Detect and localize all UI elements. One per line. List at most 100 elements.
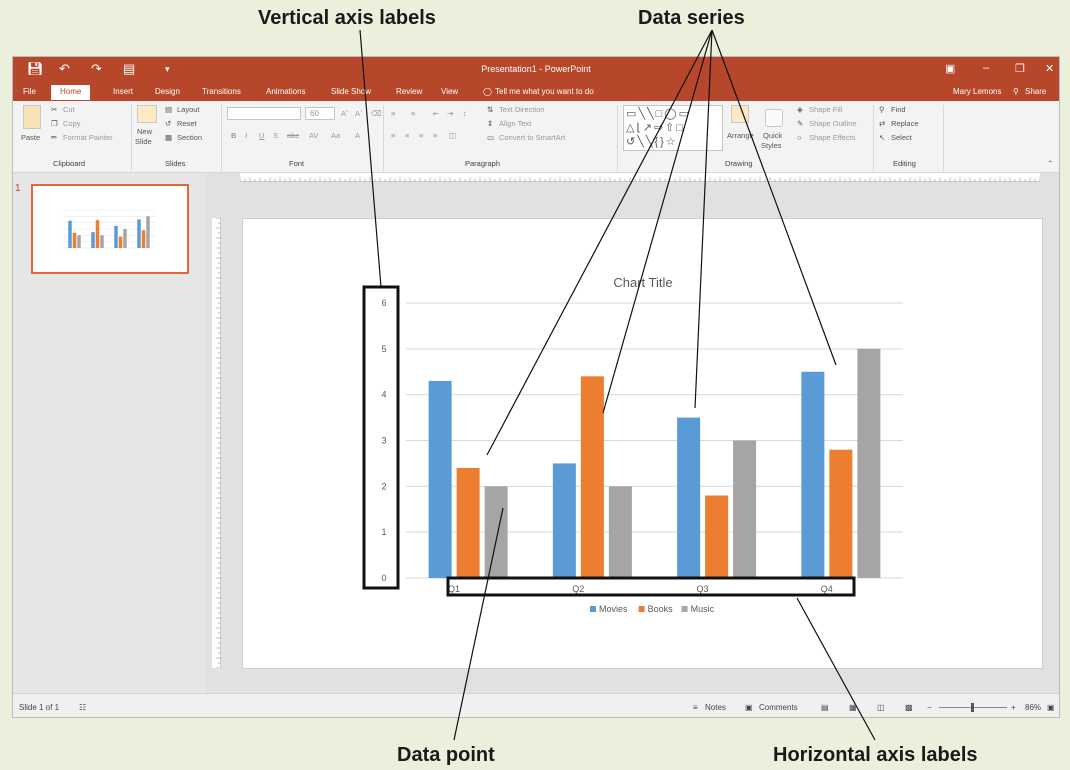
minimize-icon[interactable]: – (983, 62, 989, 74)
editing-group-label: Editing (893, 159, 916, 168)
section-button[interactable]: Section (177, 133, 202, 143)
numbering-icon[interactable]: ≡ (411, 109, 415, 119)
zoom-slider[interactable] (939, 703, 1007, 712)
divider (873, 105, 874, 171)
tell-me-search[interactable]: Tell me what you want to do (495, 87, 594, 96)
collapse-ribbon-icon[interactable]: ⌃ (1047, 159, 1053, 169)
share-icon[interactable]: ⚲ (1013, 87, 1019, 96)
replace-button[interactable]: Replace (891, 119, 919, 129)
arrange-button[interactable]: Arrange (727, 131, 754, 141)
slide-editing-area: 0 1 2 3 4 5 6 Q1 Q2 Q3 Q4 Chart Title Movies Books Mus… (206, 173, 1059, 693)
grow-font-icon[interactable]: Aˆ (341, 109, 349, 119)
zoom-in-icon[interactable]: + (1011, 703, 1016, 712)
layout-button[interactable]: Layout (177, 105, 200, 115)
tab-home[interactable]: Home (51, 85, 91, 100)
shape-effects-button[interactable]: Shape Effects (809, 133, 856, 143)
close-icon[interactable]: ✕ (1045, 62, 1054, 75)
tab-design[interactable]: Design (155, 87, 180, 96)
new-slide-button-2[interactable]: Slide (135, 137, 152, 147)
format-painter-button[interactable]: Format Painter (63, 133, 113, 143)
bullets-icon[interactable]: ≡ (391, 109, 395, 119)
select-button[interactable]: Select (891, 133, 912, 143)
bar-movies-q4 (137, 219, 141, 248)
slide-sorter-icon[interactable]: ▦ (849, 703, 857, 712)
cut-button[interactable]: Cut (63, 105, 75, 115)
align-text-button[interactable]: Align Text (499, 119, 531, 129)
bar-books-q1 (456, 468, 480, 578)
bold-icon[interactable]: B (231, 131, 236, 141)
x-tick-label: Q2 (572, 584, 584, 594)
divider (131, 105, 132, 171)
normal-view-icon[interactable]: ▤ (821, 703, 829, 712)
change-case-icon[interactable]: Aa (331, 131, 340, 141)
tab-view[interactable]: View (441, 87, 458, 96)
shrink-font-icon[interactable]: Aˇ (355, 109, 363, 119)
text-direction-button[interactable]: Text Direction (499, 105, 544, 115)
italic-icon[interactable]: I (245, 131, 247, 141)
align-right-icon[interactable]: ≡ (419, 131, 423, 141)
paragraph-group-label: Paragraph (465, 159, 501, 168)
clear-formatting-icon[interactable]: ⌫ (371, 109, 382, 119)
justify-icon[interactable]: ≡ (433, 131, 437, 141)
character-spacing-icon[interactable]: AV (309, 131, 318, 141)
shadow-icon[interactable]: S (273, 131, 278, 141)
strikethrough-icon[interactable]: abc (287, 131, 299, 141)
zoom-slider-thumb[interactable] (971, 703, 974, 712)
convert-smartart-button[interactable]: Convert to SmartArt (499, 133, 565, 143)
align-left-icon[interactable]: ≡ (391, 131, 395, 141)
new-slide-icon[interactable] (137, 105, 157, 123)
ribbon-display-options-icon[interactable]: ▣ (945, 62, 955, 75)
chart[interactable]: 0 1 2 3 4 5 6 Q1 Q2 Q3 Q4 Chart Title Movies Books Mus… (243, 219, 1044, 670)
fit-slide-icon[interactable]: ▣ (1047, 703, 1055, 712)
decrease-indent-icon[interactable]: ⇤ (433, 109, 439, 119)
shape-outline-button[interactable]: Shape Outline (809, 119, 857, 129)
shapes-gallery[interactable]: ▭╲╲□◯▭ △⌊↗⇨⇧□ ↺╲╲{}☆ (623, 105, 723, 151)
paste-button[interactable]: Paste (21, 133, 40, 143)
share-button[interactable]: Share (1025, 87, 1046, 96)
underline-icon[interactable]: U (259, 131, 264, 141)
section-icon: ▦ (165, 133, 173, 142)
columns-icon[interactable]: ◫ (449, 131, 456, 141)
comments-button[interactable]: Comments (759, 703, 798, 712)
slide-canvas[interactable]: 0 1 2 3 4 5 6 Q1 Q2 Q3 Q4 Chart Title Movies Books Mus… (242, 218, 1043, 669)
new-slide-button[interactable]: New (137, 127, 152, 137)
reading-view-icon[interactable]: ◫ (877, 703, 885, 712)
font-name-dropdown[interactable] (227, 107, 301, 120)
tab-insert[interactable]: Insert (113, 87, 133, 96)
quick-styles-button-2[interactable]: Styles (761, 141, 781, 151)
shape-fill-button[interactable]: Shape Fill (809, 105, 842, 115)
user-name[interactable]: Mary Lemons (953, 87, 1001, 96)
line-spacing-icon[interactable]: ↕ (463, 109, 467, 119)
notes-button[interactable]: Notes (705, 703, 726, 712)
tab-review[interactable]: Review (396, 87, 422, 96)
zoom-out-icon[interactable]: − (927, 703, 932, 712)
arrange-icon[interactable] (731, 105, 749, 123)
copy-button[interactable]: Copy (63, 119, 81, 129)
tab-transitions[interactable]: Transitions (202, 87, 241, 96)
find-button[interactable]: Find (891, 105, 906, 115)
increase-indent-icon[interactable]: ⇥ (447, 109, 453, 119)
slide-show-icon[interactable]: ▩ (905, 703, 913, 712)
font-size-dropdown[interactable]: 60 (305, 107, 335, 120)
reset-button[interactable]: Reset (177, 119, 197, 129)
quick-styles-icon[interactable] (765, 109, 783, 127)
bar-music-q2 (100, 235, 104, 248)
tab-animations[interactable]: Animations (266, 87, 306, 96)
paste-icon[interactable] (23, 105, 41, 129)
quick-styles-button[interactable]: Quick (763, 131, 782, 141)
layout-icon: ▤ (165, 105, 173, 114)
vertical-ruler[interactable] (212, 217, 221, 669)
text-direction-icon: ⇅ (487, 105, 494, 114)
callout-data-series: Data series (638, 7, 745, 29)
zoom-level[interactable]: 86% (1025, 703, 1041, 712)
slide-thumbnail[interactable] (31, 184, 189, 274)
horizontal-ruler[interactable] (239, 173, 1041, 182)
spell-check-icon[interactable]: ☷ (79, 703, 86, 712)
tab-slide-show[interactable]: Slide Show (331, 87, 371, 96)
font-color-icon[interactable]: A (355, 131, 360, 141)
tab-file[interactable]: File (23, 87, 36, 96)
shape-fill-icon: ◈ (797, 105, 803, 114)
x-tick-label: Q1 (448, 584, 460, 594)
restore-icon[interactable]: ❐ (1015, 62, 1025, 75)
center-icon[interactable]: ≡ (405, 131, 409, 141)
